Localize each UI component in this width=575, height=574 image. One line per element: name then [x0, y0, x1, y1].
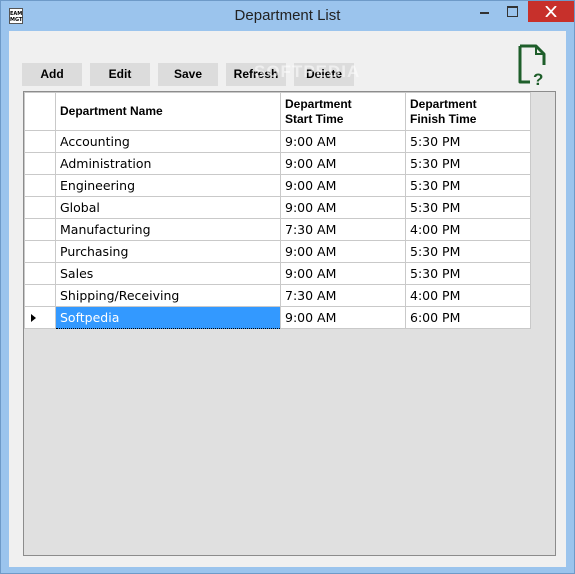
table-row[interactable]: Manufacturing 7:30 AM 4:00 PM [24, 218, 531, 241]
cell-start-time[interactable]: 9:00 AM [280, 262, 406, 285]
cell-finish-time[interactable]: 5:30 PM [405, 174, 531, 197]
column-header-finish-time[interactable]: Department Finish Time [405, 92, 531, 131]
cell-finish-time[interactable]: 5:30 PM [405, 262, 531, 285]
svg-text:?: ? [533, 70, 543, 87]
department-table: Department Name Department Start Time De… [24, 92, 531, 329]
column-header-department-name[interactable]: Department Name [55, 92, 281, 131]
row-header[interactable] [24, 306, 56, 329]
document-help-icon[interactable]: ? [512, 43, 548, 87]
cell-department-name[interactable]: Shipping/Receiving [55, 284, 281, 307]
close-button[interactable] [528, 1, 574, 22]
cell-finish-time[interactable]: 5:30 PM [405, 240, 531, 263]
cell-start-time[interactable]: 9:00 AM [280, 152, 406, 175]
maximize-icon [507, 6, 518, 17]
cell-start-time[interactable]: 9:00 AM [280, 240, 406, 263]
cell-department-name[interactable]: Sales [55, 262, 281, 285]
finish-time-header-line1: Department [410, 96, 477, 111]
save-button[interactable]: Save [158, 63, 218, 86]
cell-department-name[interactable]: Softpedia [55, 306, 281, 329]
table-row[interactable]: Sales 9:00 AM 5:30 PM [24, 262, 531, 285]
edit-button[interactable]: Edit [90, 63, 150, 86]
refresh-button[interactable]: Refresh [226, 63, 286, 86]
start-time-header-line2: Start Time [285, 111, 344, 126]
cell-finish-time[interactable]: 4:00 PM [405, 284, 531, 307]
table-row[interactable]: Engineering 9:00 AM 5:30 PM [24, 174, 531, 197]
minimize-icon [480, 12, 489, 14]
cell-start-time[interactable]: 9:00 AM [280, 174, 406, 197]
start-time-header-line1: Department [285, 96, 352, 111]
close-icon [545, 6, 557, 17]
finish-time-header-line2: Finish Time [410, 111, 477, 126]
department-grid[interactable]: Department Name Department Start Time De… [23, 91, 556, 556]
table-row[interactable]: Global 9:00 AM 5:30 PM [24, 196, 531, 219]
row-header[interactable] [24, 240, 56, 263]
maximize-button[interactable] [499, 1, 526, 22]
cell-department-name[interactable]: Manufacturing [55, 218, 281, 241]
table-row[interactable]: Administration 9:00 AM 5:30 PM [24, 152, 531, 175]
cell-finish-time[interactable]: 4:00 PM [405, 218, 531, 241]
row-header[interactable] [24, 196, 56, 219]
row-pointer-icon [31, 314, 36, 322]
cell-start-time[interactable]: 7:30 AM [280, 218, 406, 241]
application-window: EAM MGT Department List Add Edit Save Re… [0, 0, 575, 574]
column-header-start-time[interactable]: Department Start Time [280, 92, 406, 131]
row-header[interactable] [24, 284, 56, 307]
table-row[interactable]: Shipping/Receiving 7:30 AM 4:00 PM [24, 284, 531, 307]
table-row-selected[interactable]: Softpedia 9:00 AM 6:00 PM [24, 306, 531, 329]
cell-department-name[interactable]: Administration [55, 152, 281, 175]
cell-start-time[interactable]: 7:30 AM [280, 284, 406, 307]
row-header[interactable] [24, 218, 56, 241]
row-header[interactable] [24, 152, 56, 175]
row-header-corner[interactable] [24, 92, 56, 131]
cell-finish-time[interactable]: 5:30 PM [405, 152, 531, 175]
title-bar[interactable]: EAM MGT Department List [1, 1, 574, 31]
table-row[interactable]: Accounting 9:00 AM 5:30 PM [24, 130, 531, 153]
cell-department-name[interactable]: Global [55, 196, 281, 219]
cell-start-time[interactable]: 9:00 AM [280, 306, 406, 329]
header-row: Department Name Department Start Time De… [24, 92, 531, 131]
delete-button[interactable]: Delete [294, 63, 354, 86]
cell-department-name[interactable]: Purchasing [55, 240, 281, 263]
row-header[interactable] [24, 262, 56, 285]
cell-department-name[interactable]: Accounting [55, 130, 281, 153]
cell-finish-time[interactable]: 5:30 PM [405, 196, 531, 219]
cell-start-time[interactable]: 9:00 AM [280, 196, 406, 219]
cell-finish-time[interactable]: 6:00 PM [405, 306, 531, 329]
row-header[interactable] [24, 174, 56, 197]
add-button[interactable]: Add [22, 63, 82, 86]
client-area: Add Edit Save Refresh Delete SOFTPEDIA ?… [9, 31, 566, 567]
cell-start-time[interactable]: 9:00 AM [280, 130, 406, 153]
minimize-button[interactable] [471, 1, 498, 22]
cell-department-name[interactable]: Engineering [55, 174, 281, 197]
cell-finish-time[interactable]: 5:30 PM [405, 130, 531, 153]
table-row[interactable]: Purchasing 9:00 AM 5:30 PM [24, 240, 531, 263]
row-header[interactable] [24, 130, 56, 153]
